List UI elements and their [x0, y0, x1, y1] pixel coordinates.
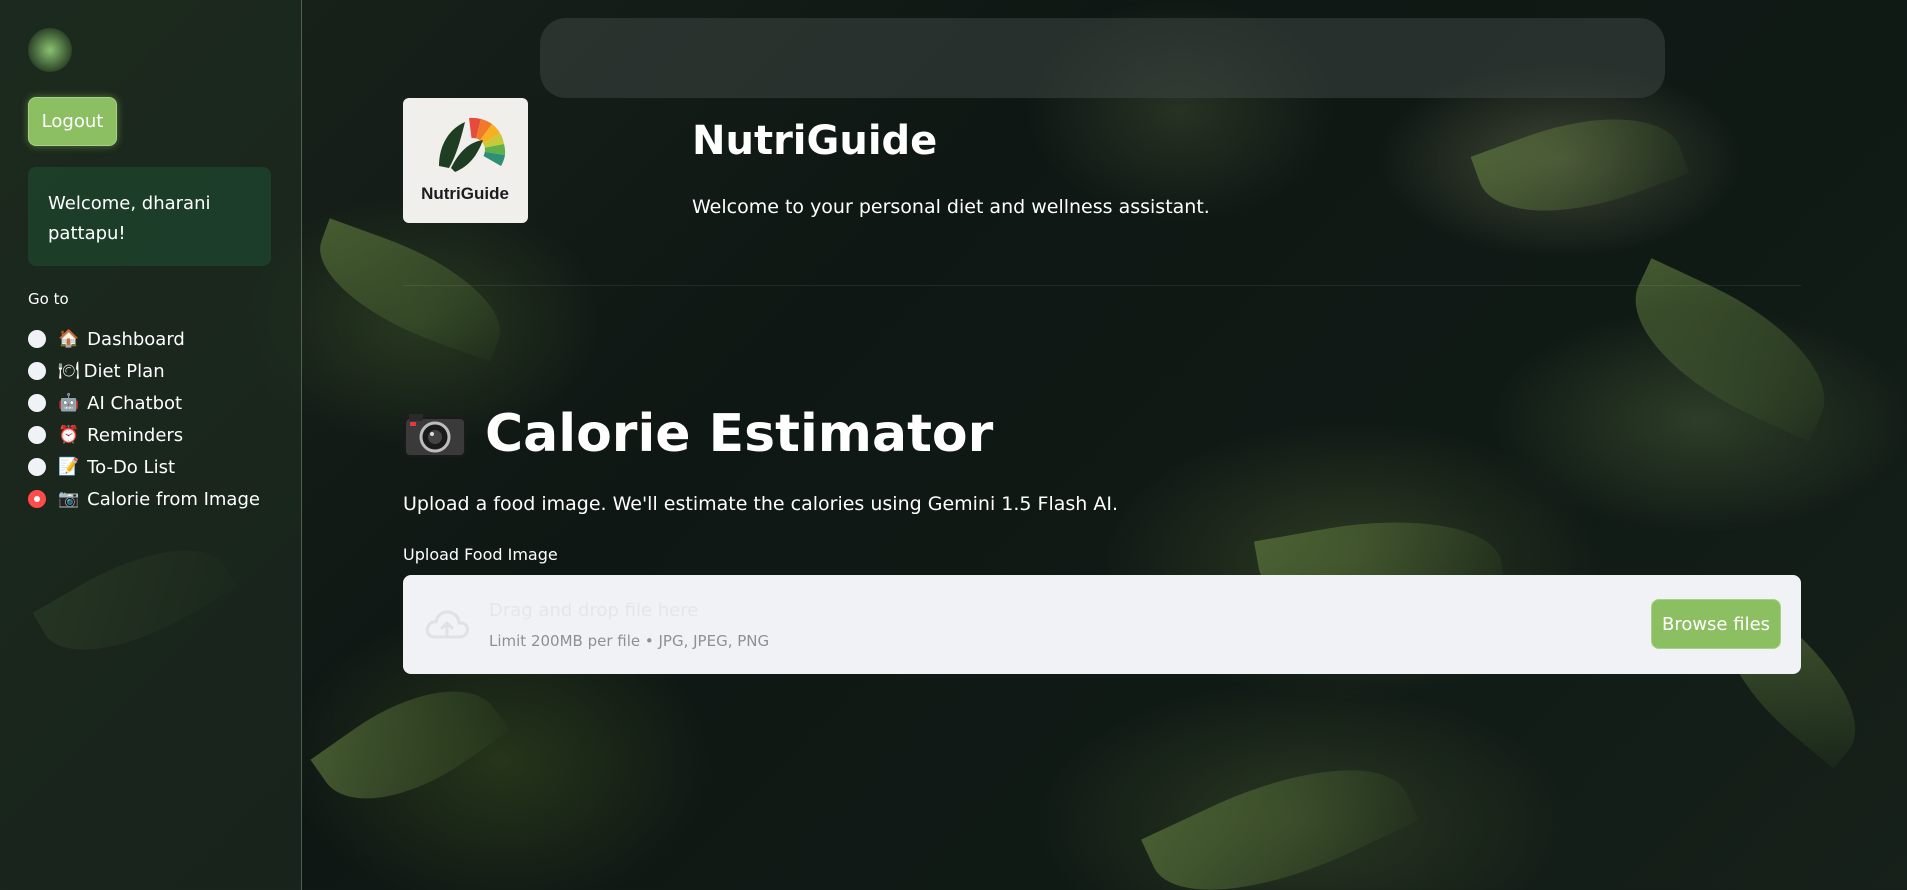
browse-files-button[interactable]: Browse files — [1651, 599, 1781, 649]
nav-item-reminders[interactable]: ⏰ Reminders — [28, 419, 260, 451]
nav-item-label: Calorie from Image — [87, 488, 260, 510]
robot-icon: 🤖 — [58, 393, 80, 413]
alarm-clock-icon: ⏰ — [58, 425, 80, 445]
section-title-text: Calorie Estimator — [485, 404, 994, 464]
nav-item-calorie-from-image[interactable]: 📷 Calorie from Image — [28, 483, 260, 515]
radio-button[interactable] — [28, 362, 46, 380]
background-leaf — [310, 656, 510, 834]
welcome-message: Welcome, dharani pattapu! — [28, 167, 271, 266]
dropzone-limits: Limit 200MB per file • JPG, JPEG, PNG — [489, 632, 770, 650]
nav-item-ai-chatbot[interactable]: 🤖 AI Chatbot — [28, 387, 260, 419]
section-title: Calorie Estimator — [403, 404, 993, 464]
radio-button[interactable] — [28, 394, 46, 412]
camera-icon — [404, 414, 466, 457]
upload-label: Upload Food Image — [403, 545, 558, 564]
divider — [403, 285, 1801, 286]
camera-icon: 📷 — [58, 489, 80, 509]
nutriguide-logo-icon: NutriGuide — [421, 117, 509, 203]
app-subtitle: Welcome to your personal diet and wellne… — [692, 196, 1210, 218]
app-logo: NutriGuide — [403, 98, 528, 223]
nav-item-diet-plan[interactable]: 🍽 Diet Plan — [28, 355, 260, 387]
app-title: NutriGuide — [692, 118, 938, 164]
nav-item-label: Dashboard — [87, 328, 185, 350]
sidebar: Logout Welcome, dharani pattapu! Go to 🏠… — [0, 0, 302, 890]
dropzone-instructions: Drag and drop file here — [489, 600, 699, 621]
svg-text:NutriGuide: NutriGuide — [421, 184, 509, 203]
top-header-bar — [540, 18, 1665, 98]
nav-item-dashboard[interactable]: 🏠 Dashboard — [28, 323, 260, 355]
file-dropzone[interactable]: Drag and drop file here Limit 200MB per … — [403, 575, 1801, 674]
nav-item-label: AI Chatbot — [87, 392, 183, 414]
house-icon: 🏠 — [58, 329, 80, 349]
nav-radio-group: 🏠 Dashboard 🍽 Diet Plan 🤖 AI Chatbot ⏰ R… — [28, 323, 260, 515]
nav-item-label: To-Do List — [87, 456, 176, 478]
sidebar-logo — [28, 28, 72, 72]
memo-icon: 📝 — [58, 457, 80, 477]
background-leaf — [302, 218, 518, 362]
logout-button[interactable]: Logout — [28, 97, 117, 146]
background-leaf — [1141, 729, 1419, 890]
nav-item-label: Diet Plan — [83, 360, 165, 382]
background-leaf — [1470, 88, 1690, 242]
nav-item-label: Reminders — [87, 424, 184, 446]
cloud-upload-icon — [425, 610, 469, 639]
goto-label: Go to — [28, 290, 69, 308]
radio-button-selected[interactable] — [28, 490, 46, 508]
section-description: Upload a food image. We'll estimate the … — [403, 493, 1119, 515]
radio-button[interactable] — [28, 458, 46, 476]
plate-icon: 🍽 — [58, 361, 80, 381]
radio-button[interactable] — [28, 426, 46, 444]
nav-item-todo-list[interactable]: 📝 To-Do List — [28, 451, 260, 483]
radio-button[interactable] — [28, 330, 46, 348]
